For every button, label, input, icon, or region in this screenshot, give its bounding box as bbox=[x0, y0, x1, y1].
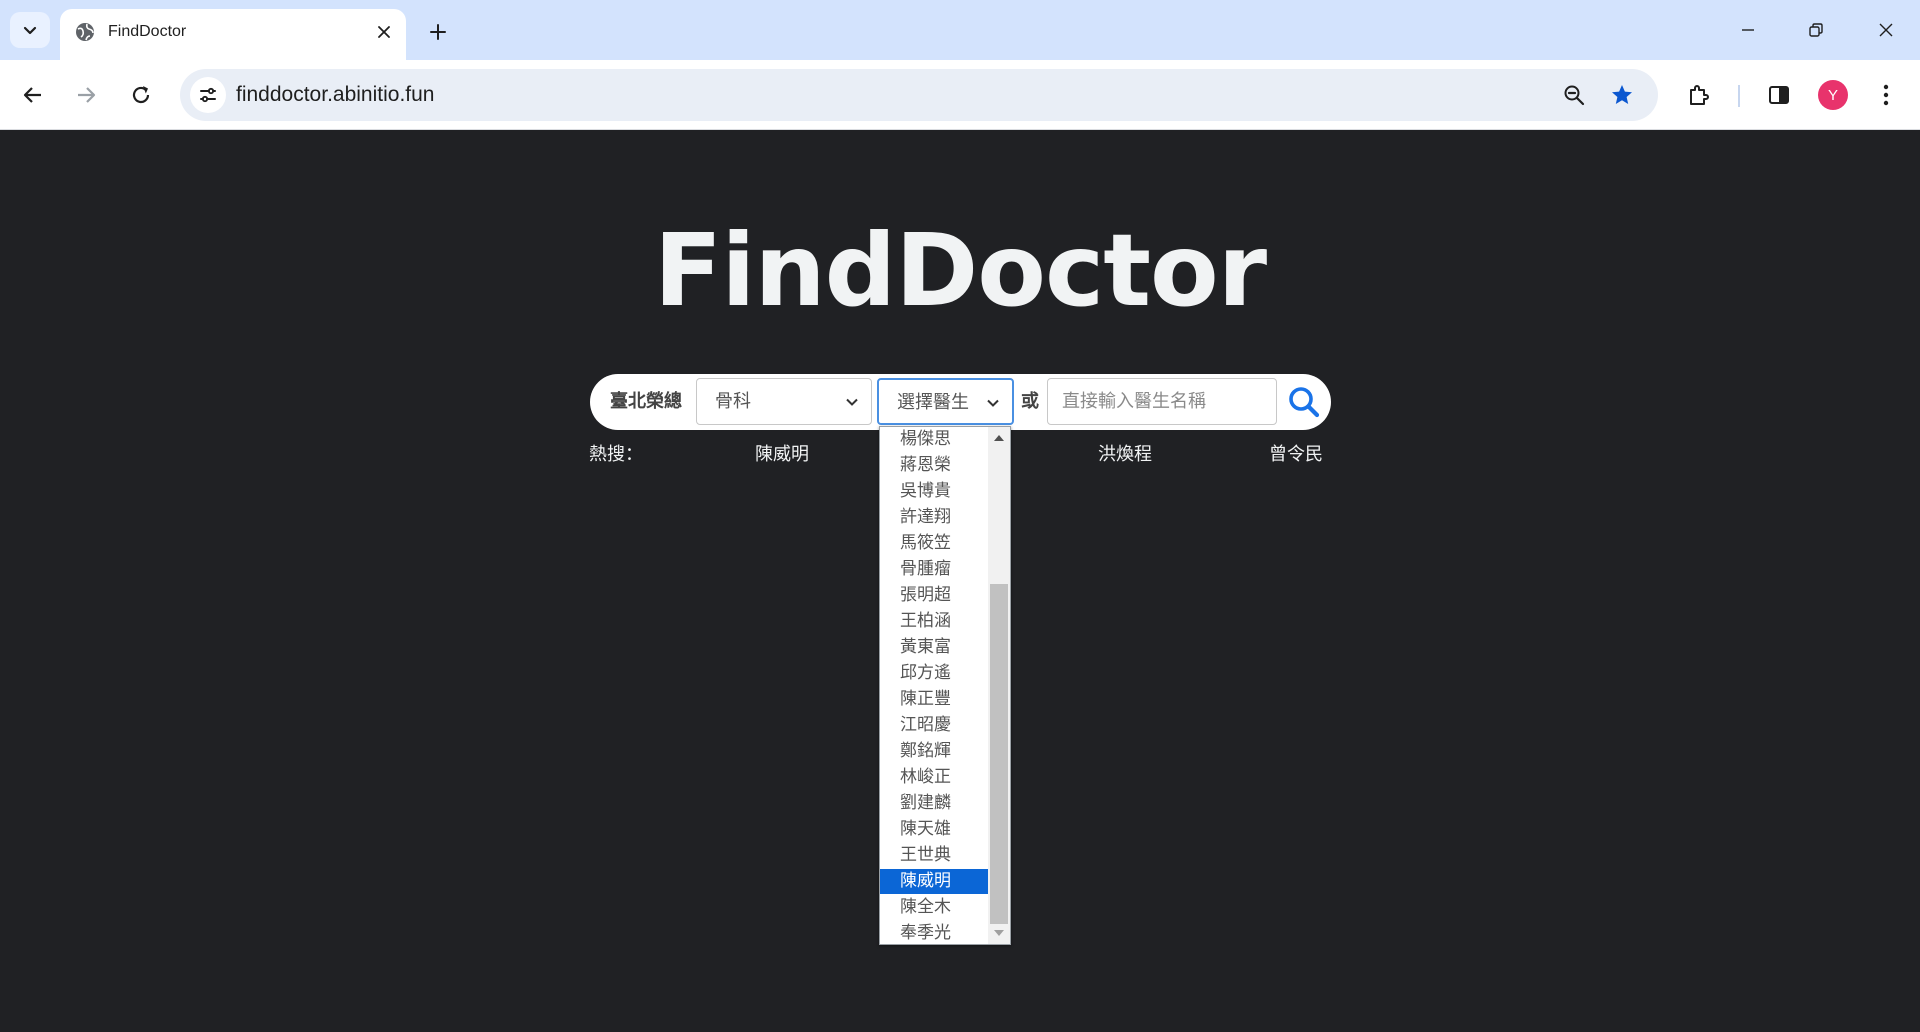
dropdown-option[interactable]: 陳正豐 bbox=[880, 687, 988, 712]
dropdown-option[interactable]: 奉季光 bbox=[880, 921, 988, 946]
dropdown-option[interactable]: 黃東富 bbox=[880, 635, 988, 660]
side-panel-button[interactable] bbox=[1759, 75, 1799, 115]
dropdown-option[interactable]: 蔣恩榮 bbox=[880, 453, 988, 478]
tab-strip: FindDoctor bbox=[0, 0, 1920, 60]
dropdown-option[interactable]: 劉建麟 bbox=[880, 791, 988, 816]
department-value: 骨科 bbox=[715, 391, 751, 412]
dropdown-option[interactable]: 張明超 bbox=[880, 583, 988, 608]
browser-toolbar: finddoctor.abinitio.fun Y bbox=[0, 60, 1920, 130]
dropdown-option[interactable]: 陳全木 bbox=[880, 895, 988, 920]
more-vert-icon bbox=[1883, 84, 1889, 106]
search-bar: 臺北榮總 骨科 選擇醫生 或 bbox=[590, 374, 1331, 430]
hot-search-item[interactable]: 洪煥程 bbox=[1098, 442, 1152, 468]
dropdown-option[interactable]: 林峻正 bbox=[880, 765, 988, 790]
site-info-button[interactable] bbox=[190, 77, 226, 113]
site-logo: FindDoctor bbox=[653, 212, 1267, 329]
chevron-down-icon bbox=[987, 399, 999, 407]
minimize-button[interactable] bbox=[1728, 10, 1768, 50]
close-window-icon bbox=[1879, 23, 1893, 37]
dropdown-option[interactable]: 骨腫瘤 bbox=[880, 557, 988, 582]
close-tab-button[interactable] bbox=[372, 20, 396, 44]
address-bar[interactable]: finddoctor.abinitio.fun bbox=[180, 69, 1658, 121]
scroll-up-arrow-icon[interactable] bbox=[993, 433, 1005, 443]
close-window-button[interactable] bbox=[1866, 10, 1906, 50]
doctor-dropdown-list[interactable]: 楊傑思 蔣恩榮 吳博貴 許達翔 馬筱笠 骨腫瘤 張明超 王柏涵 黃東富 邱方遙 … bbox=[879, 426, 1011, 945]
dropdown-option[interactable]: 陳天雄 bbox=[880, 817, 988, 842]
doctor-select-value: 選擇醫生 bbox=[897, 392, 969, 413]
active-tab[interactable]: FindDoctor bbox=[60, 9, 406, 60]
search-button[interactable] bbox=[1284, 382, 1324, 422]
dropdown-scrollbar[interactable] bbox=[988, 427, 1010, 944]
avatar: Y bbox=[1818, 80, 1848, 110]
tab-search-button[interactable] bbox=[10, 12, 50, 48]
dropdown-option[interactable]: 邱方遙 bbox=[880, 661, 988, 686]
back-button[interactable] bbox=[13, 75, 53, 115]
chevron-down-icon bbox=[846, 398, 858, 406]
scrollbar-thumb[interactable] bbox=[990, 584, 1008, 924]
extensions-button[interactable] bbox=[1679, 75, 1719, 115]
dropdown-option[interactable]: 鄭銘輝 bbox=[880, 739, 988, 764]
restore-button[interactable] bbox=[1796, 10, 1836, 50]
dropdown-option[interactable]: 許達翔 bbox=[880, 505, 988, 530]
globe-icon bbox=[76, 23, 94, 41]
department-select[interactable]: 骨科 bbox=[696, 378, 872, 425]
reload-button[interactable] bbox=[121, 75, 161, 115]
minimize-icon bbox=[1742, 29, 1754, 31]
dropdown-option[interactable]: 馬筱笠 bbox=[880, 531, 988, 556]
close-icon bbox=[378, 26, 390, 38]
reload-icon bbox=[132, 86, 150, 104]
toolbar-divider bbox=[1738, 85, 1740, 107]
doctor-select[interactable]: 選擇醫生 bbox=[877, 378, 1014, 425]
zoom-out-icon bbox=[1564, 85, 1585, 106]
dropdown-option[interactable]: 吳博貴 bbox=[880, 479, 988, 504]
side-panel-icon bbox=[1769, 86, 1789, 104]
star-icon bbox=[1612, 85, 1632, 104]
menu-button[interactable] bbox=[1866, 75, 1906, 115]
puzzle-icon bbox=[1690, 85, 1709, 105]
dropdown-option[interactable]: 王世典 bbox=[880, 843, 988, 868]
or-label: 或 bbox=[1021, 391, 1039, 412]
url-text[interactable]: finddoctor.abinitio.fun bbox=[236, 82, 434, 108]
restore-icon bbox=[1809, 23, 1823, 37]
dropdown-option[interactable]: 江昭慶 bbox=[880, 713, 988, 738]
dropdown-option[interactable]: 王柏涵 bbox=[880, 609, 988, 634]
new-tab-button[interactable] bbox=[420, 14, 456, 50]
chevron-down-icon bbox=[23, 26, 37, 35]
scroll-down-arrow-icon[interactable] bbox=[993, 928, 1005, 938]
doctor-name-input[interactable] bbox=[1047, 378, 1277, 425]
hot-search-label: 熱搜： bbox=[589, 444, 643, 465]
zoom-button[interactable] bbox=[1556, 77, 1592, 113]
search-icon bbox=[1289, 387, 1320, 418]
plus-icon bbox=[430, 24, 446, 40]
tune-icon bbox=[200, 87, 216, 103]
tab-title: FindDoctor bbox=[108, 23, 187, 40]
bookmark-button[interactable] bbox=[1604, 77, 1640, 113]
profile-button[interactable]: Y bbox=[1813, 75, 1853, 115]
dropdown-option[interactable]: 楊傑思 bbox=[880, 427, 988, 452]
hot-search-item[interactable]: 曾令民 bbox=[1269, 442, 1323, 468]
hospital-label: 臺北榮總 bbox=[610, 391, 682, 412]
arrow-left-icon bbox=[23, 87, 41, 103]
arrow-right-icon bbox=[78, 87, 96, 103]
dropdown-option-selected[interactable]: 陳威明 bbox=[880, 869, 988, 894]
hot-search-item[interactable]: 陳威明 bbox=[755, 442, 809, 468]
forward-button[interactable] bbox=[66, 75, 106, 115]
